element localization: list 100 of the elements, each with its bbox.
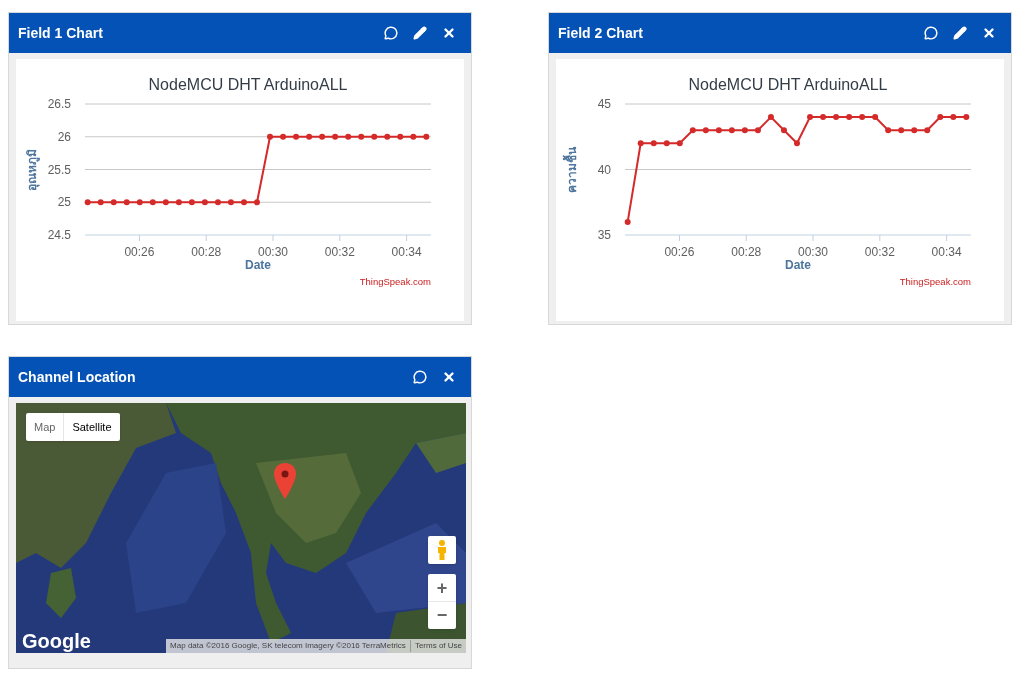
data-point [136, 199, 143, 206]
panel-title: Channel Location [18, 367, 136, 387]
comment-icon[interactable] [384, 26, 398, 40]
data-point [872, 114, 879, 121]
data-point [741, 127, 748, 134]
data-point [267, 133, 273, 140]
data-point [885, 127, 892, 134]
chart-credit[interactable]: ThingSpeak.com [359, 276, 431, 287]
data-point [807, 114, 813, 121]
data-point [911, 127, 918, 134]
data-point [794, 140, 800, 147]
data-point [846, 114, 853, 121]
y-tick-label: 35 [597, 228, 611, 242]
data-point [345, 133, 352, 140]
y-tick-label: 45 [597, 97, 611, 111]
data-point [423, 133, 430, 140]
data-point [84, 199, 91, 206]
x-tick-label: 00:32 [324, 245, 355, 259]
x-tick-label: 00:26 [664, 245, 695, 259]
data-point [637, 140, 644, 147]
map-logo: Google [22, 631, 91, 651]
chart-credit[interactable]: ThingSpeak.com [899, 276, 971, 287]
data-point [754, 127, 761, 134]
data-point [963, 114, 970, 121]
data-point [384, 133, 391, 140]
data-point [689, 127, 696, 134]
data-point [950, 114, 957, 121]
data-point [780, 127, 787, 134]
data-point [410, 133, 417, 140]
data-point [306, 133, 313, 140]
x-tick-label: 00:32 [864, 245, 895, 259]
data-point [280, 133, 287, 140]
map-type-tab[interactable]: Map [26, 413, 64, 441]
x-axis-title: Date [785, 258, 811, 272]
data-point [358, 133, 365, 140]
data-point [175, 199, 182, 206]
data-point [715, 127, 722, 134]
y-tick-label: 24.5 [47, 228, 71, 242]
data-point [371, 133, 378, 140]
data-point [859, 114, 866, 121]
x-tick-label: 00:26 [124, 245, 155, 259]
data-point [650, 140, 657, 147]
x-tick-label: 00:28 [731, 245, 762, 259]
y-tick-label: 25.5 [47, 162, 71, 177]
data-point [898, 127, 905, 134]
data-point [254, 199, 260, 206]
data-point [201, 199, 208, 206]
data-point [728, 127, 735, 134]
data-point [397, 133, 404, 140]
panel-title: Field 2 Chart [558, 23, 643, 43]
data-point [702, 127, 709, 134]
data-point [676, 140, 683, 147]
panel-title: Field 1 Chart [18, 23, 103, 43]
chart-title: NodeMCU DHT ArduinoALL [688, 76, 888, 93]
close-icon[interactable] [442, 370, 456, 384]
comment-icon[interactable] [413, 370, 427, 384]
data-point [162, 199, 169, 206]
data-point [188, 199, 195, 206]
comment-icon[interactable] [924, 26, 938, 40]
x-tick-label: 00:30 [798, 245, 829, 259]
data-point [110, 199, 117, 206]
data-point [937, 114, 944, 121]
map-attribution: Map data ©2016 Google, SK telecom Imagery ©2016 TerraMetrics [169, 640, 407, 652]
data-point [624, 218, 631, 225]
x-tick-label: 00:34 [931, 245, 962, 259]
pencil-icon[interactable] [413, 26, 427, 40]
x-tick-label: 00:28 [191, 245, 222, 259]
close-icon[interactable] [442, 26, 456, 40]
x-tick-label: 00:30 [258, 245, 289, 259]
data-point [214, 199, 221, 206]
data-point [332, 133, 339, 140]
x-tick-label: 00:34 [391, 245, 422, 259]
data-point [319, 133, 326, 140]
y-axis-title: อุณหภูมิ [25, 148, 39, 191]
data-point [293, 133, 300, 140]
map-type-tab[interactable]: Satellite [63, 413, 120, 441]
y-tick-label: 25 [57, 195, 71, 210]
zoom-button[interactable]: + [428, 574, 456, 601]
y-tick-label: 40 [597, 162, 611, 177]
close-icon[interactable] [982, 26, 996, 40]
data-point [227, 199, 234, 206]
pencil-icon[interactable] [953, 26, 967, 40]
person-icon [437, 540, 447, 560]
map-pin-icon[interactable] [274, 463, 296, 499]
data-point [240, 199, 247, 206]
x-axis-title: Date [245, 258, 271, 272]
data-point [820, 114, 827, 121]
terms-link[interactable]: Terms of Use [409, 640, 466, 652]
zoom-button[interactable]: − [428, 601, 456, 628]
data-point [97, 199, 104, 206]
data-point [924, 127, 931, 134]
data-point [767, 114, 774, 121]
data-point [123, 199, 130, 206]
data-point [663, 140, 670, 147]
y-tick-label: 26 [57, 129, 71, 144]
data-point [833, 114, 840, 121]
y-axis-title: ความชื้น [565, 146, 579, 193]
data-point [149, 199, 156, 206]
y-tick-label: 26.5 [47, 97, 71, 111]
chart-title: NodeMCU DHT ArduinoALL [148, 76, 348, 93]
